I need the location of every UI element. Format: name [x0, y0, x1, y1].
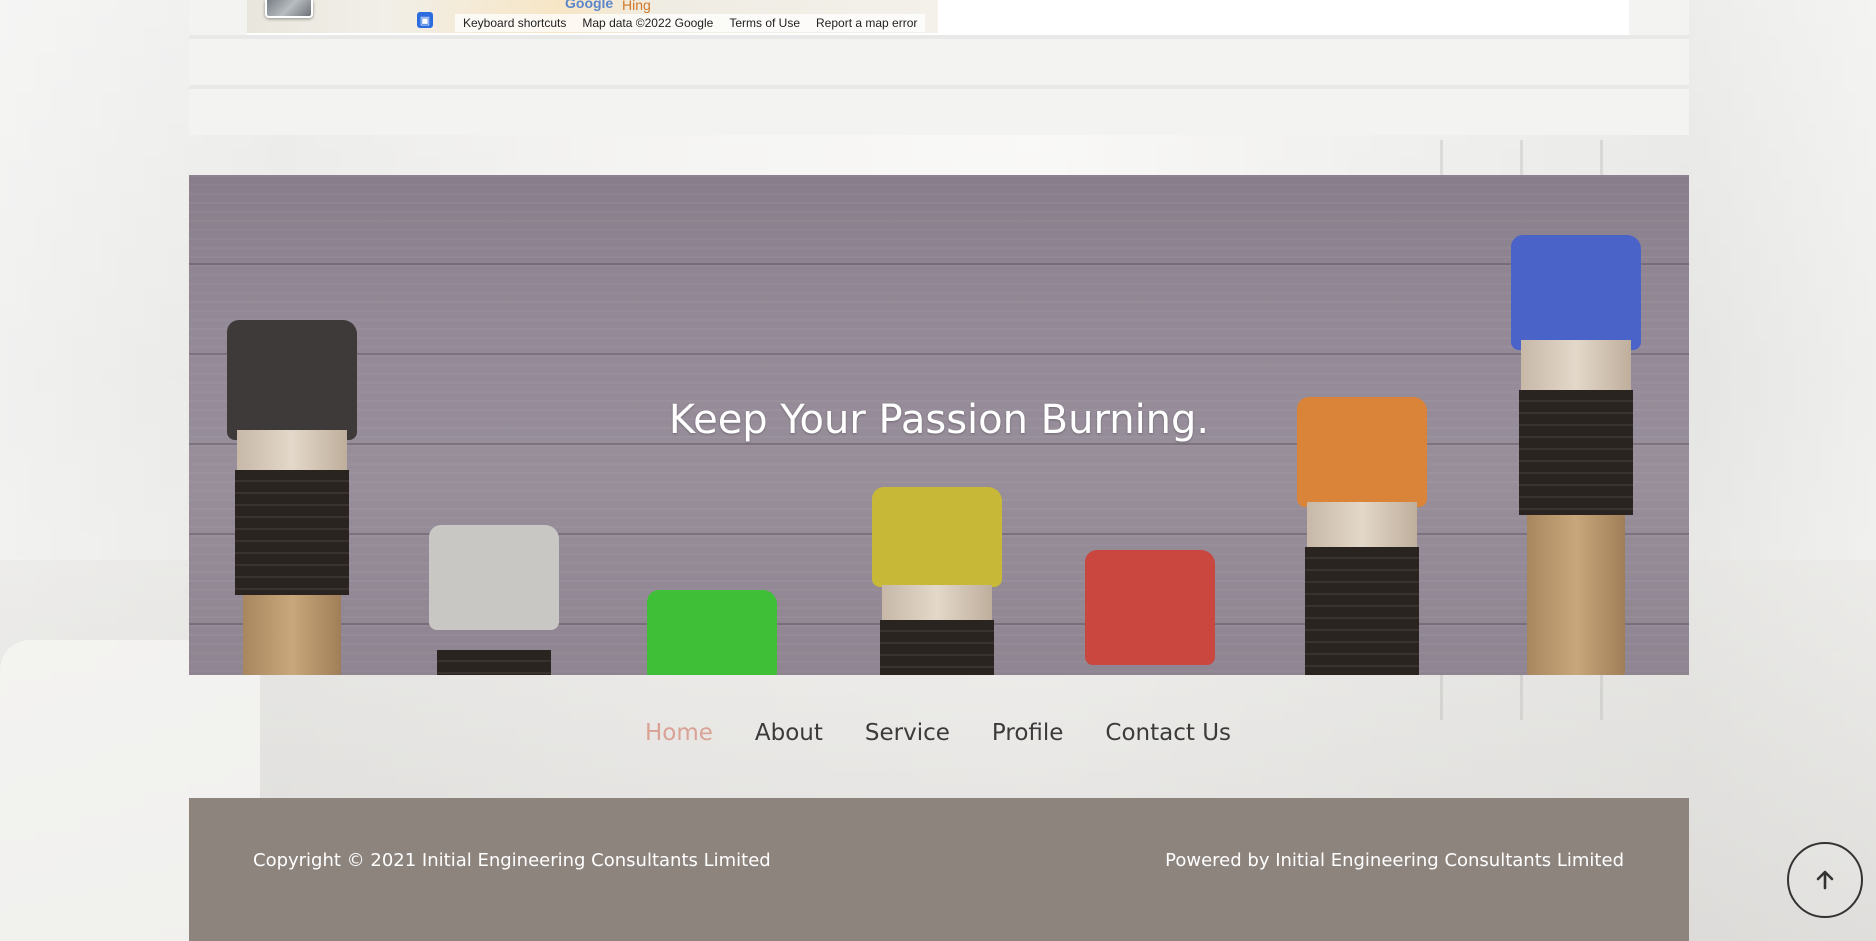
brush-bristles: [1521, 340, 1631, 390]
nav-contact-us-link[interactable]: Contact Us: [1105, 720, 1231, 756]
hero-title: Keep Your Passion Burning.: [668, 397, 1210, 443]
footer-navigation: Home About Service Profile Contact Us: [0, 720, 1876, 756]
paint-brush-blue: [1511, 235, 1641, 675]
paint-white: [429, 525, 559, 630]
nav-home-link[interactable]: Home: [645, 720, 713, 756]
nav-about-link[interactable]: About: [755, 720, 823, 756]
google-logo: Google: [565, 0, 614, 11]
powered-by-text: Powered by Initial Engineering Consultan…: [1165, 850, 1624, 871]
brush-ferrule: [234, 470, 350, 595]
paint-brush-black: [227, 320, 357, 675]
report-map-error-link[interactable]: Report a map error: [816, 16, 917, 30]
bus-stop-icon[interactable]: ▣: [417, 12, 433, 28]
paint-brush-yellow: [872, 487, 1002, 675]
terms-of-use-link[interactable]: Terms of Use: [729, 16, 800, 30]
back-to-top-button[interactable]: [1787, 842, 1863, 918]
footer-bar: Copyright © 2021 Initial Engineering Con…: [189, 798, 1689, 941]
brush-handle: [242, 595, 342, 675]
paint-blue: [1511, 235, 1641, 350]
paint-red: [1085, 550, 1215, 665]
nav-profile-link[interactable]: Profile: [992, 720, 1064, 756]
brush-bristles: [882, 585, 992, 620]
nav-service-link[interactable]: Service: [865, 720, 950, 756]
brush-handle: [1526, 515, 1626, 675]
map-attribution-bar: Keyboard shortcuts Map data ©2022 Google…: [455, 14, 926, 32]
map-satellite-toggle[interactable]: [265, 0, 313, 18]
brush-ferrule: [436, 650, 552, 675]
paint-yellow: [872, 487, 1002, 587]
map-data-text: Map data ©2022 Google: [582, 16, 714, 30]
copyright-text: Copyright © 2021 Initial Engineering Con…: [253, 850, 771, 871]
brush-ferrule: [1304, 547, 1420, 675]
brush-ferrule: [879, 620, 995, 675]
paint-brush-green: [647, 590, 777, 675]
paint-brush-red: [1085, 550, 1215, 675]
paint-brush-white: [429, 525, 559, 675]
hero-banner: Keep Your Passion Burning.: [189, 175, 1689, 675]
brush-bristles: [1307, 502, 1417, 547]
arrow-up-icon: [1816, 870, 1834, 890]
keyboard-shortcuts-link[interactable]: Keyboard shortcuts: [463, 16, 566, 30]
paint-green: [647, 590, 777, 675]
map-place-label: Hing: [622, 0, 651, 13]
